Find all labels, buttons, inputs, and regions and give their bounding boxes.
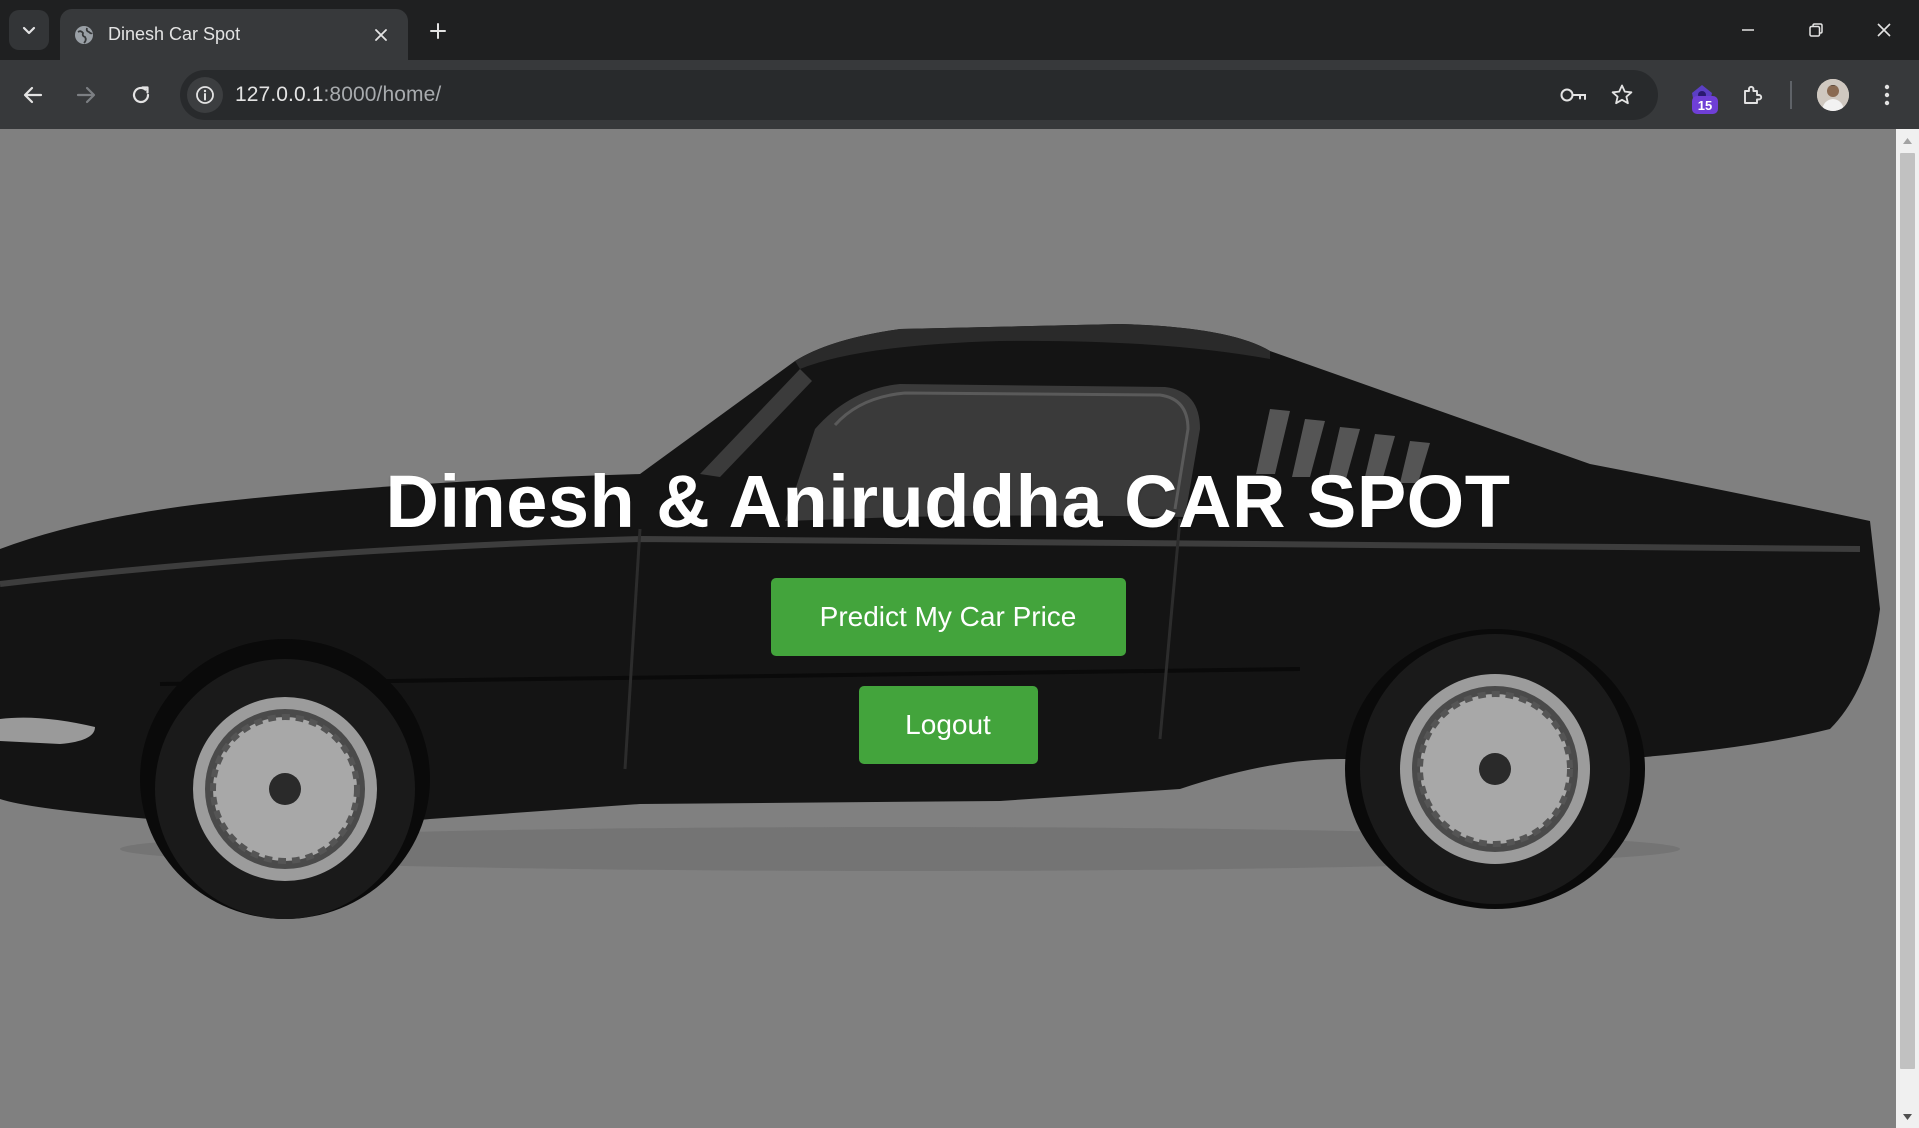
close-icon	[1877, 23, 1891, 37]
close-tab-icon[interactable]	[368, 22, 394, 48]
restore-icon	[1809, 23, 1823, 37]
extensions-menu-button[interactable]	[1733, 75, 1773, 115]
more-vertical-icon	[1884, 84, 1890, 106]
chrome-menu-button[interactable]	[1867, 75, 1907, 115]
forward-button[interactable]	[66, 75, 106, 115]
vertical-scrollbar[interactable]	[1896, 129, 1919, 1128]
page-title: Dinesh & Aniruddha CAR SPOT	[385, 460, 1511, 543]
info-icon	[196, 86, 214, 104]
minimize-button[interactable]	[1726, 12, 1770, 48]
address-bar[interactable]: 127.0.0.1:8000/home/	[180, 70, 1658, 120]
toolbar-divider	[1790, 81, 1792, 109]
restore-button[interactable]	[1794, 12, 1838, 48]
reload-button[interactable]	[121, 75, 161, 115]
extension-badge: 15	[1692, 96, 1718, 114]
star-icon	[1611, 84, 1633, 105]
tab-strip: Dinesh Car Spot	[0, 0, 1919, 60]
url-host: 127.0.0.1	[235, 83, 324, 106]
predict-price-button[interactable]: Predict My Car Price	[770, 578, 1126, 656]
profile-avatar[interactable]	[1817, 79, 1849, 111]
logout-button[interactable]: Logout	[858, 686, 1038, 764]
page-viewport: Dinesh & Aniruddha CAR SPOT Predict My C…	[0, 129, 1896, 1128]
scroll-down-arrow-icon[interactable]	[1900, 1109, 1915, 1124]
minimize-icon	[1742, 29, 1754, 31]
chevron-down-icon	[22, 26, 36, 35]
key-icon	[1560, 88, 1586, 102]
browser-toolbar: 127.0.0.1:8000/home/	[0, 60, 1919, 129]
scrollbar-thumb[interactable]	[1900, 153, 1915, 1069]
password-key-button[interactable]	[1558, 79, 1590, 111]
site-info-button[interactable]	[187, 77, 223, 113]
tab-title: Dinesh Car Spot	[108, 24, 241, 44]
arrow-right-icon	[76, 86, 96, 104]
plus-icon	[430, 23, 446, 39]
globe-icon	[72, 23, 96, 47]
hero-section: Dinesh & Aniruddha CAR SPOT Predict My C…	[0, 459, 1896, 764]
url-text[interactable]: 127.0.0.1:8000/home/	[235, 83, 441, 107]
back-button[interactable]	[13, 75, 53, 115]
arrow-left-icon	[23, 86, 43, 104]
reload-icon	[132, 86, 150, 104]
url-path: :8000/home/	[323, 83, 442, 106]
puzzle-icon	[1744, 85, 1763, 104]
close-window-button[interactable]	[1862, 12, 1906, 48]
tab-active[interactable]: Dinesh Car Spot	[60, 9, 408, 60]
new-tab-button[interactable]	[422, 15, 454, 47]
tab-search-button[interactable]	[9, 10, 49, 50]
bookmark-button[interactable]	[1606, 79, 1638, 111]
scroll-up-arrow-icon[interactable]	[1900, 133, 1915, 148]
